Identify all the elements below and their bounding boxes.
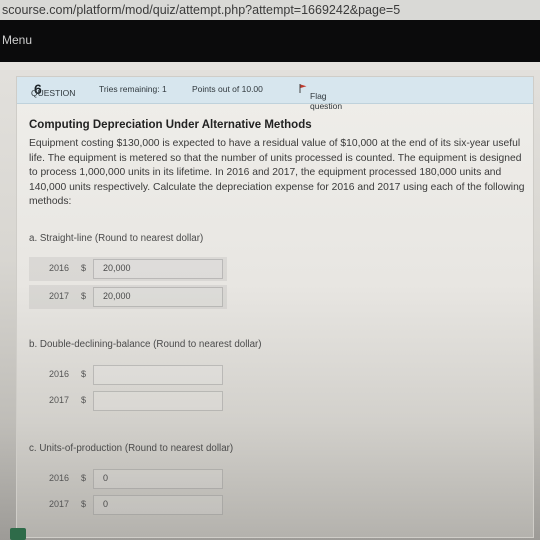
answer-value: 0 xyxy=(103,499,109,509)
question-card: QUESTION 6 Tries remaining: 1 Points out … xyxy=(16,76,534,538)
answer-value: 20,000 xyxy=(103,263,131,273)
currency-symbol: $ xyxy=(81,473,87,483)
part-c-row-2016: 2016 $ 0 xyxy=(29,467,227,491)
year-label: 2017 xyxy=(49,395,70,405)
browser-url-bar[interactable]: scourse.com/platform/mod/quiz/attempt.ph… xyxy=(0,0,540,20)
answer-input-b-2017[interactable] xyxy=(93,391,223,411)
flag-icon xyxy=(299,84,307,93)
part-a-row-2016: 2016 $ 20,000 xyxy=(29,257,227,281)
part-b-label: b. Double-declining-balance (Round to ne… xyxy=(29,339,262,350)
tries-remaining: Tries remaining: 1 xyxy=(99,84,167,94)
part-b-row-2017: 2017 $ xyxy=(29,389,227,413)
question-info-bar: QUESTION 6 Tries remaining: 1 Points out … xyxy=(17,77,533,111)
part-a-label: a. Straight-line (Round to nearest dolla… xyxy=(29,233,204,244)
question-title: Computing Depreciation Under Alternative… xyxy=(29,119,312,131)
part-b-row-2016: 2016 $ xyxy=(29,363,227,387)
answer-input-c-2017[interactable] xyxy=(93,495,223,515)
answer-value: 0 xyxy=(103,473,109,483)
menu-link[interactable]: Menu xyxy=(2,33,32,47)
year-label: 2017 xyxy=(49,499,70,509)
currency-symbol: $ xyxy=(81,263,87,273)
menu-divider xyxy=(0,62,540,70)
page-content: QUESTION 6 Tries remaining: 1 Points out … xyxy=(0,70,540,540)
points-info: Points out of 10.00 xyxy=(192,84,263,94)
year-label: 2017 xyxy=(49,291,70,301)
answer-value: 20,000 xyxy=(103,291,131,301)
question-number: QUESTION 6 xyxy=(31,81,76,98)
part-a-row-2017: 2017 $ 20,000 xyxy=(29,285,227,309)
answer-input-b-2016[interactable] xyxy=(93,365,223,385)
year-label: 2016 xyxy=(49,369,70,379)
top-menu-bar: Menu xyxy=(0,20,540,62)
part-c-label: c. Units-of-production (Round to nearest… xyxy=(29,443,234,454)
taskbar-app-icon[interactable] xyxy=(10,528,26,540)
currency-symbol: $ xyxy=(81,395,87,405)
part-c-row-2017: 2017 $ 0 xyxy=(29,493,227,517)
year-label: 2016 xyxy=(49,263,70,273)
currency-symbol: $ xyxy=(81,499,87,509)
currency-symbol: $ xyxy=(81,369,87,379)
question-text: Equipment costing $130,000 is expected t… xyxy=(29,138,525,208)
flag-question-button[interactable]: Flag question xyxy=(299,84,342,111)
answer-input-c-2016[interactable] xyxy=(93,469,223,489)
currency-symbol: $ xyxy=(81,291,87,301)
year-label: 2016 xyxy=(49,473,70,483)
